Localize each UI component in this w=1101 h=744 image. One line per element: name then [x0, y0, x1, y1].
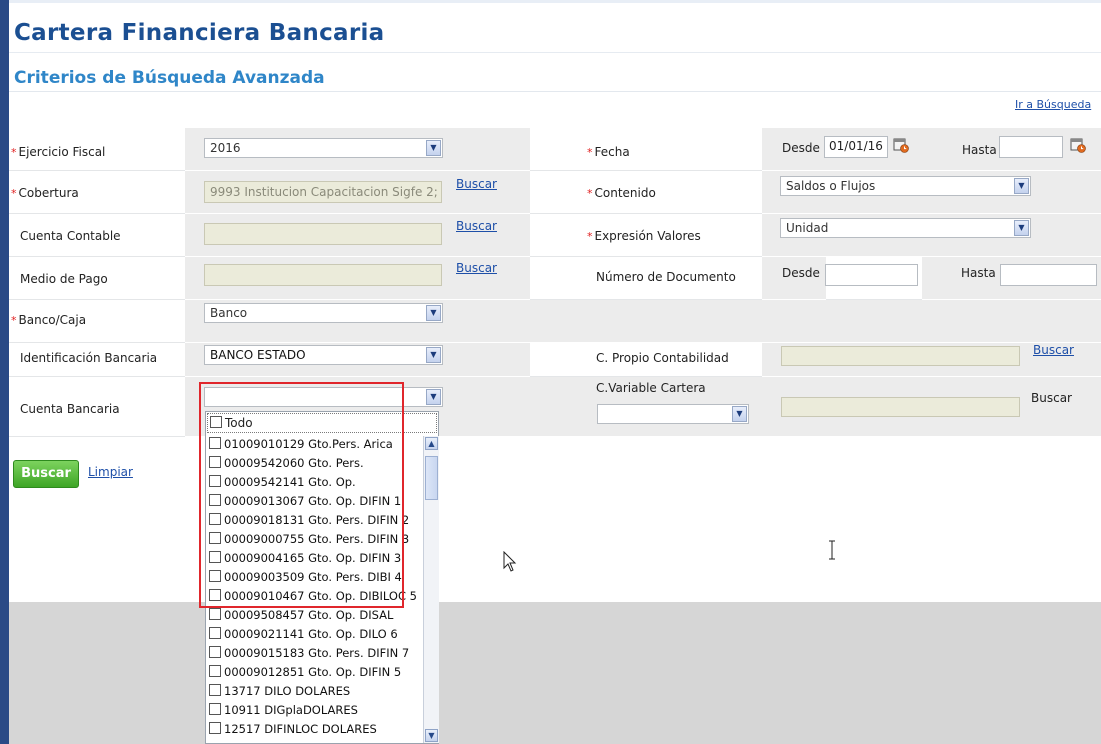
- checkbox[interactable]: [209, 627, 221, 639]
- subtitle-divider: [9, 91, 1101, 92]
- fecha-hasta-input[interactable]: [999, 136, 1063, 158]
- chevron-down-icon[interactable]: ▼: [1014, 220, 1029, 236]
- list-item[interactable]: 00009015183 Gto. Pers. DIFIN 7: [209, 646, 409, 660]
- label-contenido: * Contenido: [587, 186, 656, 200]
- calendar-icon[interactable]: [1070, 137, 1086, 153]
- medio-pago-buscar-link[interactable]: Buscar: [456, 261, 497, 275]
- medio-pago-input[interactable]: [204, 264, 442, 286]
- section-subtitle: Criterios de Búsqueda Avanzada: [14, 68, 325, 88]
- cuenta-contable-input[interactable]: [204, 223, 442, 245]
- chevron-down-icon[interactable]: ▼: [732, 406, 747, 422]
- scroll-up-icon[interactable]: ▲: [425, 437, 438, 450]
- top-divider: [9, 0, 1101, 3]
- label-fecha: * Fecha: [587, 145, 630, 159]
- checkbox[interactable]: [209, 608, 221, 620]
- ir-busqueda-link[interactable]: Ir a Búsqueda: [1015, 98, 1091, 111]
- buscar-button[interactable]: Buscar: [13, 460, 79, 488]
- expresion-valores-select[interactable]: Unidad ▼: [780, 218, 1031, 238]
- dropdown-scrollbar[interactable]: ▲ ▼: [423, 436, 439, 743]
- chevron-down-icon[interactable]: ▼: [426, 389, 441, 405]
- fecha-desde-label: Desde: [782, 141, 820, 155]
- chevron-down-icon[interactable]: ▼: [1014, 178, 1029, 194]
- c-variable-cartera-input[interactable]: [781, 397, 1020, 417]
- scroll-thumb[interactable]: [425, 456, 438, 500]
- label-banco-caja: * Banco/Caja: [11, 313, 87, 327]
- banco-caja-select[interactable]: Banco ▼: [204, 303, 443, 323]
- empty-cell: [530, 300, 1101, 343]
- label-cuenta-contable: Cuenta Contable: [20, 229, 121, 243]
- contenido-select[interactable]: Saldos o Flujos ▼: [780, 176, 1031, 196]
- c-propio-contabilidad-input[interactable]: [781, 346, 1020, 366]
- numero-documento-hasta-input[interactable]: [1000, 264, 1097, 286]
- label-numero-documento: Número de Documento: [596, 270, 736, 284]
- checkbox[interactable]: [209, 665, 221, 677]
- chevron-down-icon[interactable]: ▼: [426, 140, 441, 156]
- limpiar-link[interactable]: Limpiar: [88, 465, 133, 479]
- cobertura-input[interactable]: 9993 Institucion Capacitacion Sigfe 2;: [204, 181, 442, 203]
- label-c-propio-contabilidad: C. Propio Contabilidad: [596, 351, 729, 365]
- c-variable-cartera-buscar[interactable]: Buscar: [1031, 391, 1072, 405]
- calendar-icon[interactable]: [893, 137, 909, 153]
- cobertura-buscar-link[interactable]: Buscar: [456, 177, 497, 191]
- list-item[interactable]: 00009508457 Gto. Op. DISAL: [209, 608, 393, 622]
- list-item[interactable]: 10911 DIGplaDOLARES: [209, 703, 358, 717]
- c-variable-cartera-select[interactable]: ▼: [597, 404, 749, 424]
- cuenta-contable-buscar-link[interactable]: Buscar: [456, 219, 497, 233]
- checkbox[interactable]: [209, 703, 221, 715]
- numero-documento-hasta-label: Hasta: [961, 266, 996, 280]
- list-item[interactable]: 00009012851 Gto. Op. DIFIN 5: [209, 665, 401, 679]
- checkbox[interactable]: [209, 722, 221, 734]
- c-propio-contabilidad-buscar-link[interactable]: Buscar: [1033, 343, 1074, 357]
- label-c-variable-cartera: C.Variable Cartera: [596, 381, 706, 395]
- fecha-hasta-label: Hasta: [962, 143, 997, 157]
- label-cell: [530, 128, 762, 171]
- identificacion-bancaria-select[interactable]: BANCO ESTADO ▼: [204, 345, 443, 365]
- text-cursor-icon: [829, 540, 835, 560]
- mouse-pointer-icon: [503, 551, 517, 572]
- title-divider: [9, 52, 1101, 53]
- label-ejercicio-fiscal: * Ejercicio Fiscal: [11, 145, 106, 159]
- results-area: [9, 602, 1101, 744]
- label-cobertura: * Cobertura: [11, 186, 79, 200]
- fecha-desde-input[interactable]: 01/01/16: [824, 136, 888, 158]
- ejercicio-fiscal-select[interactable]: 2016 ▼: [204, 138, 443, 158]
- page-title: Cartera Financiera Bancaria: [14, 20, 385, 46]
- label-expresion-valores: * Expresión Valores: [587, 229, 701, 243]
- list-item[interactable]: 12517 DIFINLOC DOLARES: [209, 722, 377, 736]
- label-cuenta-bancaria: Cuenta Bancaria: [20, 402, 120, 416]
- list-item[interactable]: 13717 DILO DOLARES: [209, 684, 350, 698]
- label-identificacion-bancaria: Identificación Bancaria: [20, 351, 158, 365]
- numero-documento-desde-input[interactable]: [825, 264, 918, 286]
- window-left-border: [0, 0, 9, 744]
- chevron-down-icon[interactable]: ▼: [426, 347, 441, 363]
- numero-documento-desde-label: Desde: [782, 266, 820, 280]
- label-medio-pago: Medio de Pago: [20, 272, 108, 286]
- checkbox[interactable]: [209, 646, 221, 658]
- chevron-down-icon[interactable]: ▼: [426, 305, 441, 321]
- list-item[interactable]: 00009021141 Gto. Op. DILO 6: [209, 627, 398, 641]
- highlight-box: [199, 382, 404, 608]
- scroll-down-icon[interactable]: ▼: [425, 729, 438, 742]
- checkbox[interactable]: [209, 684, 221, 696]
